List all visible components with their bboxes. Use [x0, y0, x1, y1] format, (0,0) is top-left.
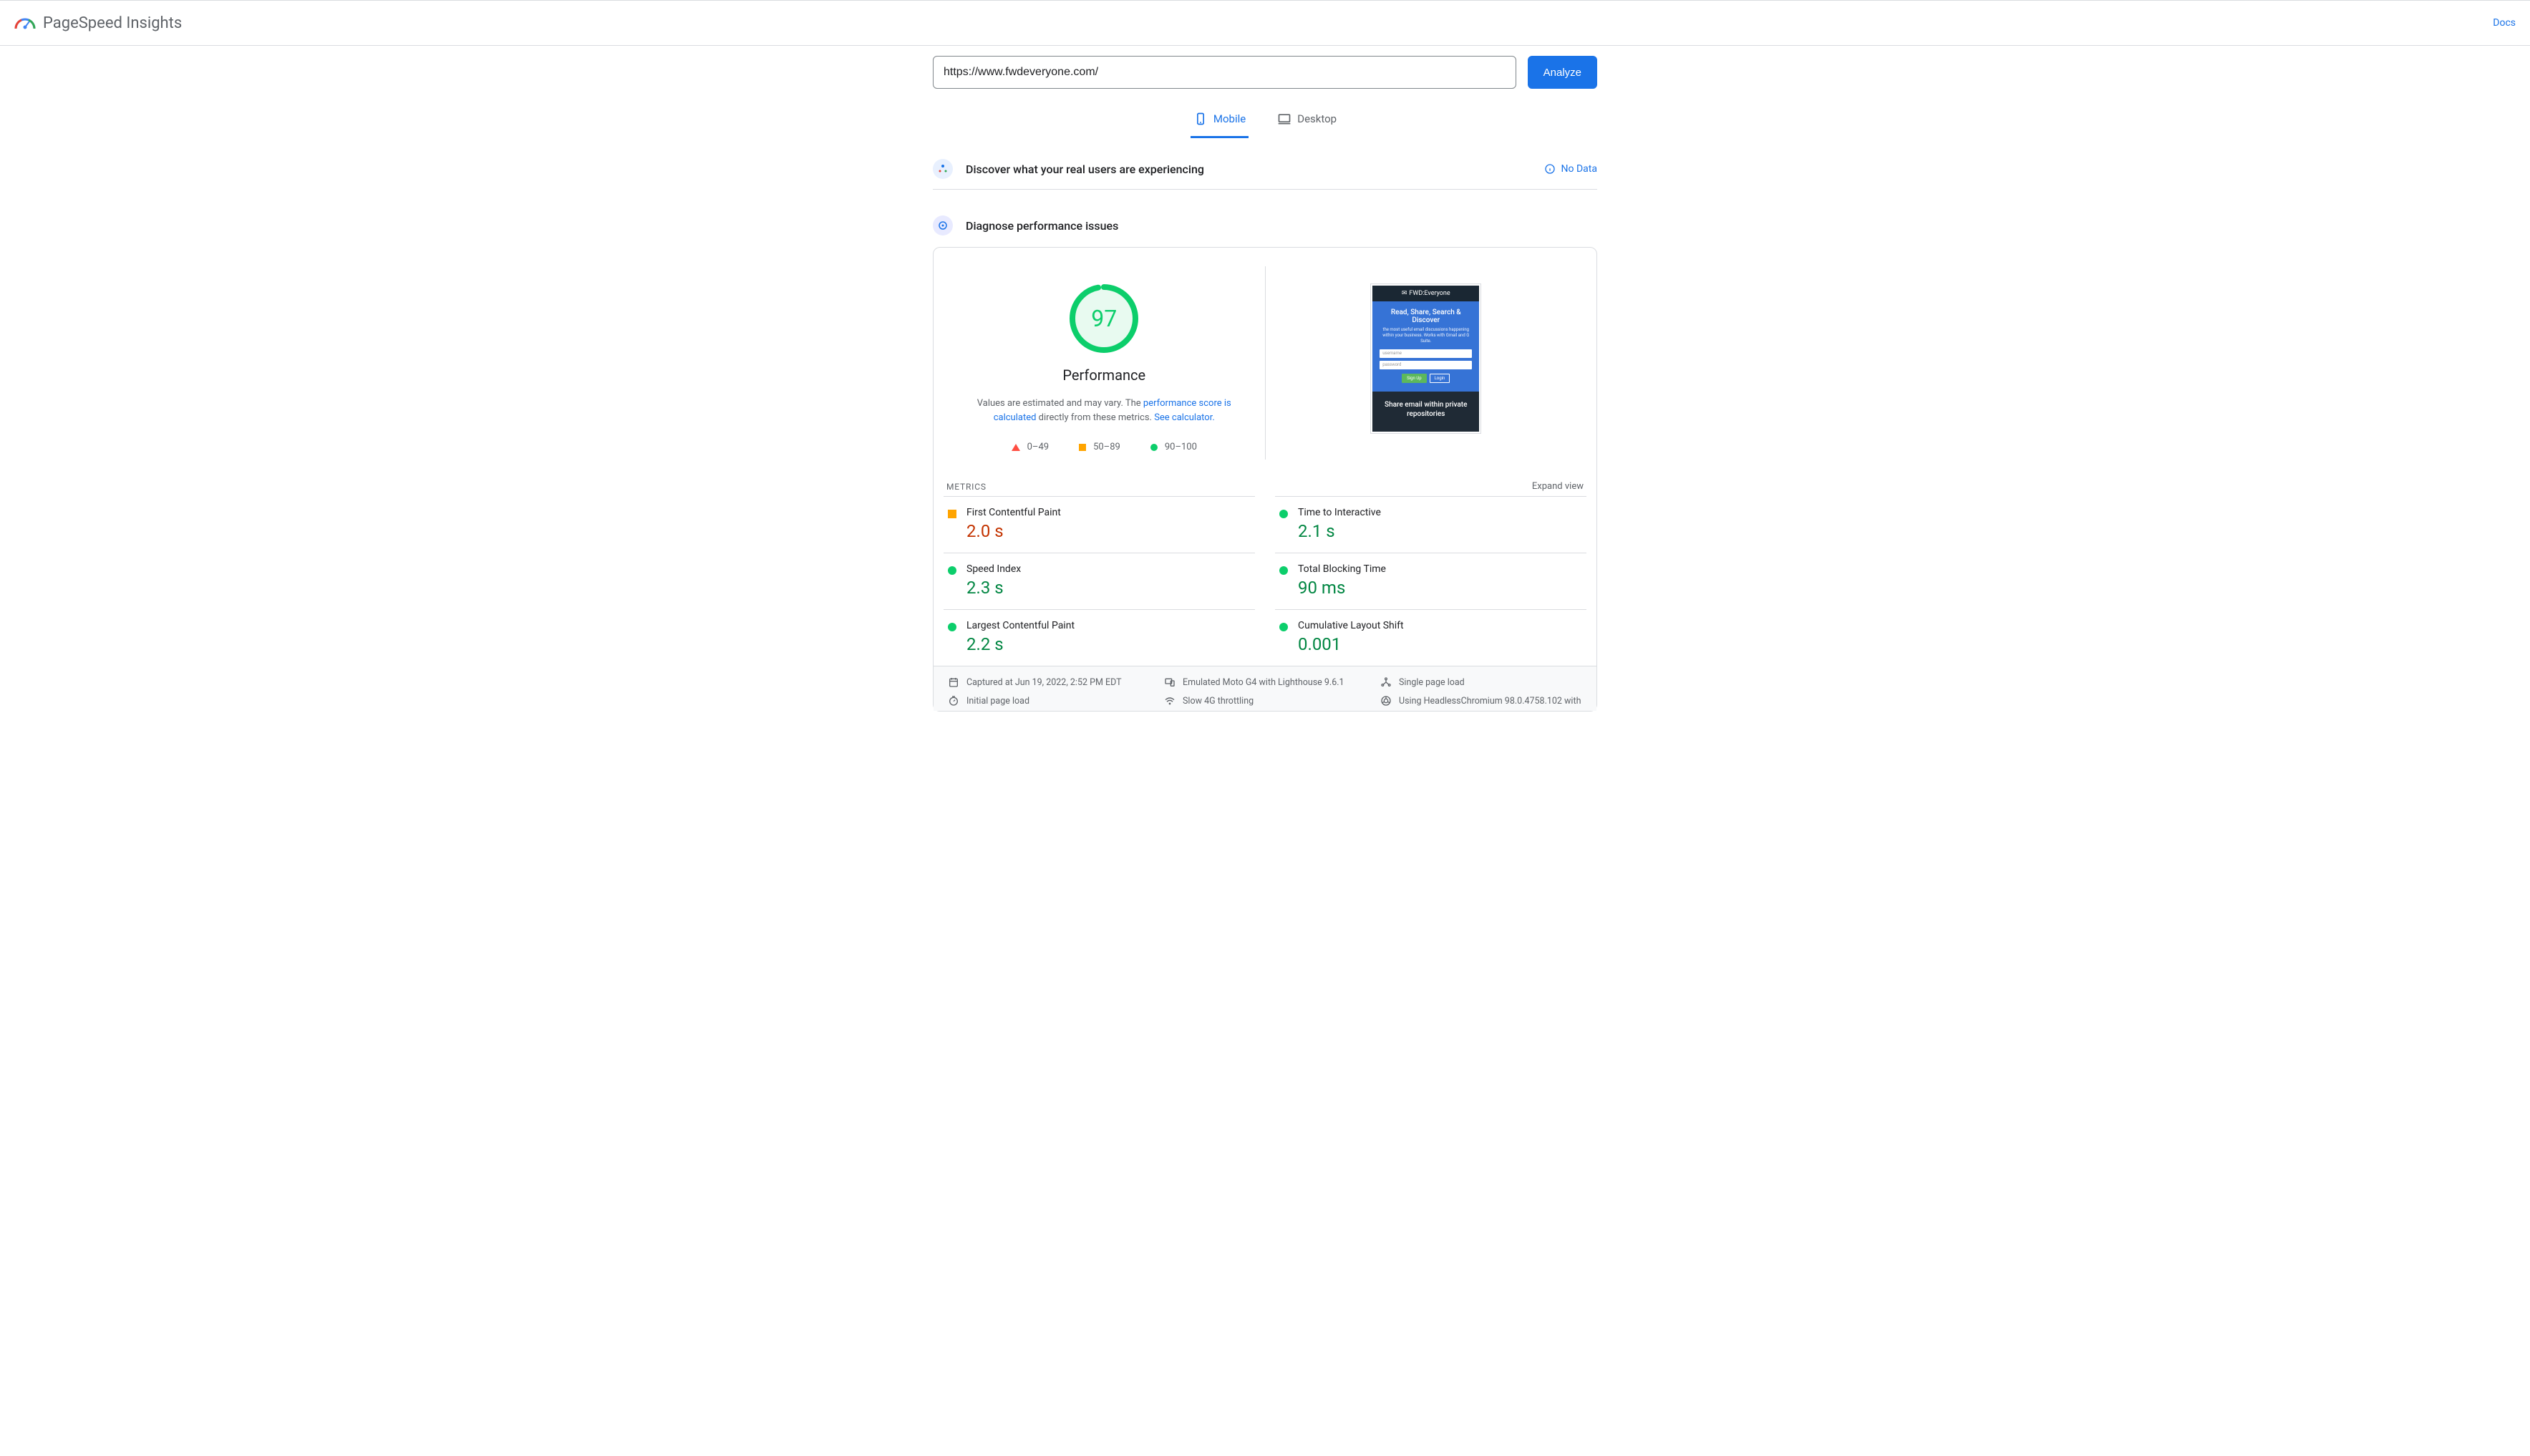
metric-status-icon [948, 566, 956, 575]
wifi-icon [1164, 695, 1176, 707]
metric-name: Cumulative Layout Shift [1298, 620, 1582, 631]
avg-square-icon [1079, 444, 1086, 451]
pass-circle-icon [1150, 444, 1158, 451]
metric-status-icon [1279, 510, 1288, 518]
url-input[interactable] [933, 56, 1516, 89]
lab-section-title: Diagnose performance issues [966, 219, 1118, 233]
metric-name: First Contentful Paint [966, 507, 1251, 518]
url-row: Analyze [933, 56, 1597, 89]
metric-item: Largest Contentful Paint 2.2 s [944, 609, 1255, 666]
metric-status-icon [948, 623, 956, 631]
performance-desc: Values are estimated and may vary. The p… [961, 397, 1247, 424]
chrome-icon [1380, 695, 1392, 707]
metric-status-icon [948, 510, 956, 518]
metric-item: Speed Index 2.3 s [944, 553, 1255, 609]
expand-view-toggle[interactable]: Expand view [1532, 481, 1584, 492]
lab-section-icon [933, 215, 953, 236]
no-data-link[interactable]: No Data [1544, 163, 1597, 175]
desktop-icon [1277, 112, 1291, 126]
metrics-grid: First Contentful Paint 2.0 s Time to Int… [944, 496, 1586, 666]
info-icon [1544, 163, 1556, 175]
field-data-title: Discover what your real users are experi… [966, 162, 1204, 176]
metrics-heading: METRICS [946, 482, 987, 492]
metric-value: 2.2 s [966, 634, 1251, 654]
hub-icon [1380, 676, 1392, 688]
metric-item: First Contentful Paint 2.0 s [944, 496, 1255, 553]
metric-value: 2.3 s [966, 578, 1251, 598]
tab-desktop[interactable]: Desktop [1274, 105, 1339, 138]
screenshot-thumbnail: ✉FWD:Everyone Read, Share, Search & Disc… [1370, 283, 1481, 434]
brand[interactable]: PageSpeed Insights [14, 14, 182, 32]
calendar-icon [948, 676, 959, 688]
metric-item: Cumulative Layout Shift 0.001 [1275, 609, 1586, 666]
performance-gauge: 97 [1069, 283, 1139, 354]
metric-value: 0.001 [1298, 634, 1582, 654]
tab-mobile[interactable]: Mobile [1191, 105, 1249, 138]
docs-link[interactable]: Docs [2493, 17, 2516, 29]
topbar: PageSpeed Insights Docs [0, 0, 2530, 46]
tab-desktop-label: Desktop [1297, 112, 1337, 125]
metric-name: Speed Index [966, 563, 1251, 575]
runtime-settings: Captured at Jun 19, 2022, 2:52 PM EDT Em… [934, 666, 1596, 711]
metric-value: 2.0 s [966, 521, 1251, 541]
analyze-button[interactable]: Analyze [1528, 56, 1597, 89]
score-legend: 0–49 50–89 90–100 [1012, 442, 1197, 452]
metric-status-icon [1279, 566, 1288, 575]
performance-card: 97 Performance Values are estimated and … [933, 247, 1597, 712]
metric-value: 2.1 s [1298, 521, 1582, 541]
metric-item: Time to Interactive 2.1 s [1275, 496, 1586, 553]
timer-icon [948, 695, 959, 707]
performance-score: 97 [1069, 283, 1139, 354]
lab-section: Diagnose performance issues [933, 215, 1597, 241]
field-data-icon [933, 159, 953, 179]
metric-name: Largest Contentful Paint [966, 620, 1251, 631]
metric-status-icon [1279, 623, 1288, 631]
metric-item: Total Blocking Time 90 ms [1275, 553, 1586, 609]
pagespeed-logo-icon [14, 14, 36, 31]
mobile-icon [1193, 112, 1208, 126]
brand-title: PageSpeed Insights [43, 14, 182, 32]
calculator-link[interactable]: See calculator. [1154, 412, 1215, 423]
field-data-section: Discover what your real users are experi… [933, 159, 1597, 190]
fail-triangle-icon [1012, 444, 1020, 451]
performance-label: Performance [1062, 367, 1145, 384]
metric-name: Time to Interactive [1298, 507, 1582, 518]
device-icon [1164, 676, 1176, 688]
metric-value: 90 ms [1298, 578, 1582, 598]
device-tabs: Mobile Desktop [933, 105, 1597, 139]
metric-name: Total Blocking Time [1298, 563, 1582, 575]
tab-mobile-label: Mobile [1213, 112, 1246, 125]
